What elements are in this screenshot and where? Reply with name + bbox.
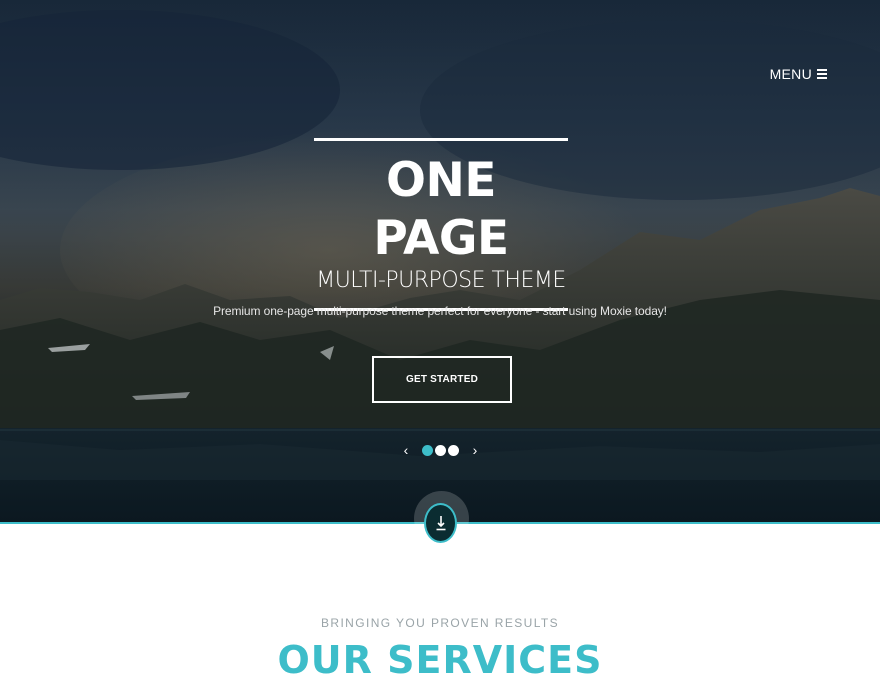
hamburger-icon — [817, 69, 827, 79]
hero-subtitle: MULTI-PURPOSE THEME — [316, 268, 566, 293]
menu-label: MENU — [769, 66, 812, 82]
services-title: OUR SERVICES — [277, 638, 603, 682]
services-eyebrow: BRINGING YOU PROVEN RESULTS — [320, 616, 560, 630]
hero-tagline: Premium one-page multi-purpose theme per… — [213, 304, 667, 318]
chevron-right-icon[interactable]: › — [469, 442, 481, 458]
hero-section: MENU ONE PAGE MULTI-PURPOSE THEME Premiu… — [0, 0, 880, 523]
get-started-button[interactable]: GET STARTED — [372, 356, 512, 403]
slider-dot-1[interactable] — [422, 444, 433, 456]
scroll-down-button[interactable] — [424, 503, 457, 543]
hero-title-block: ONE PAGE MULTI-PURPOSE THEME — [314, 138, 568, 311]
arrow-down-icon — [436, 516, 445, 531]
menu-button[interactable]: MENU — [770, 66, 827, 82]
title-top-rule — [314, 138, 568, 141]
slider-dots — [422, 444, 459, 456]
slider-dot-2[interactable] — [435, 444, 446, 456]
chevron-left-icon[interactable]: ‹ — [400, 442, 412, 458]
hero-slider-controls: ‹ › — [400, 442, 481, 458]
slider-dot-3[interactable] — [448, 444, 459, 456]
hero-title: ONE PAGE — [373, 153, 509, 266]
